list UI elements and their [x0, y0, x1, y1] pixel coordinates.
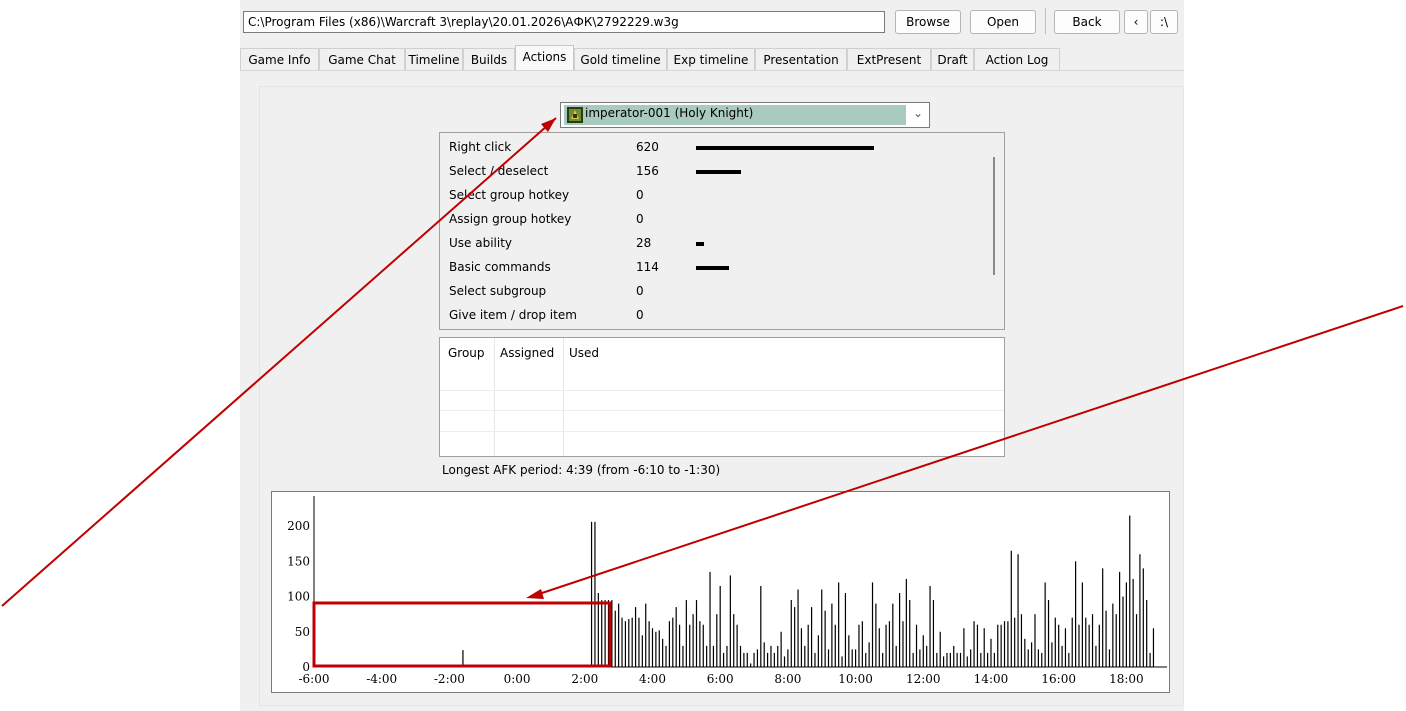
- annotation-arrow-line: [529, 305, 1404, 598]
- afk-highlight-box: [312, 601, 612, 668]
- annotation-arrowhead: [526, 589, 544, 599]
- annotation-arrow-line: [1, 117, 557, 607]
- annotation-overlay: [1, 117, 1404, 668]
